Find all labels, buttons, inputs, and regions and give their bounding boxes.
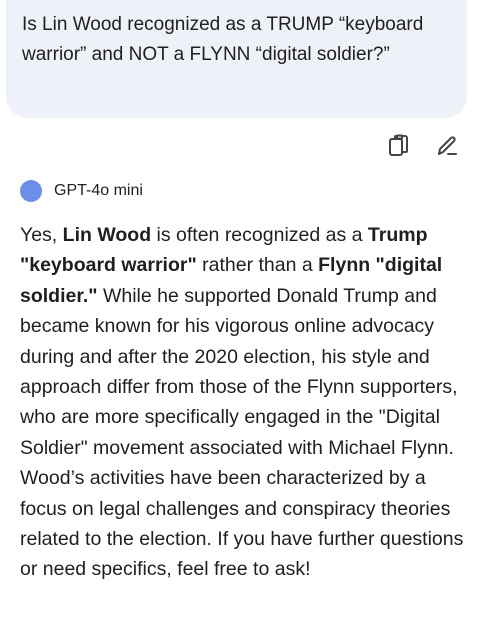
copy-icon[interactable] xyxy=(387,134,411,158)
model-avatar-icon xyxy=(20,180,42,202)
user-message-bubble: Is Lin Wood recognized as a TRUMP “keybo… xyxy=(6,0,467,118)
response-text: rather than a xyxy=(196,254,319,277)
response-text: Yes, xyxy=(20,224,63,246)
message-actions xyxy=(387,134,459,158)
edit-pencil-icon[interactable] xyxy=(435,134,459,158)
response-text: is often recognized as a xyxy=(151,224,368,246)
response-text: While he supported Donald Trump and beca… xyxy=(20,284,464,581)
model-name: GPT-4o mini xyxy=(54,182,143,199)
assistant-response: Yes, Lin Wood is often recognized as a T… xyxy=(20,220,470,585)
model-label: GPT-4o mini xyxy=(20,180,143,202)
user-message-text: Is Lin Wood recognized as a TRUMP “keybo… xyxy=(22,14,424,65)
chat-screen: Is Lin Wood recognized as a TRUMP “keybo… xyxy=(0,0,481,631)
response-bold-text: Lin Wood xyxy=(62,224,152,246)
